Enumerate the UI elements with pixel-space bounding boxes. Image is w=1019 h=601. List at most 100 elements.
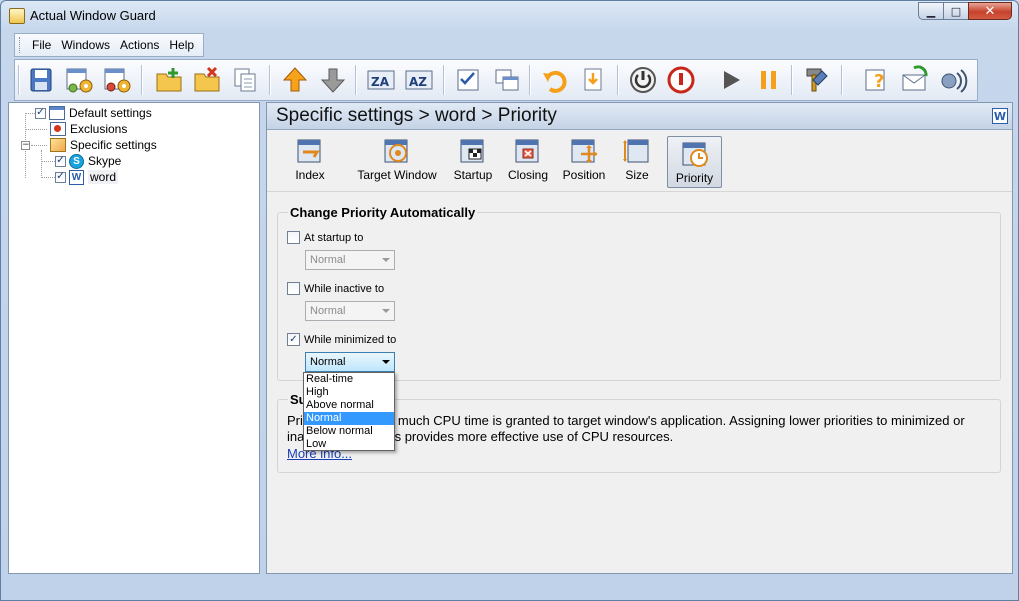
tree-item-label: word (88, 170, 119, 184)
play-icon[interactable] (715, 64, 747, 96)
settings-tree: ✓ Default settings Exclusions − Specific… (8, 102, 260, 574)
delete-folder-icon[interactable] (191, 64, 223, 96)
specific-settings-expander[interactable]: − (21, 141, 30, 150)
priority-option-above-normal[interactable]: Above normal (304, 399, 394, 412)
while-inactive-priority-select[interactable]: Normal (305, 301, 395, 321)
stop-icon[interactable] (665, 64, 697, 96)
toolbar-separator (269, 65, 270, 95)
close-button[interactable]: ✕ (968, 2, 1012, 20)
tree-line (41, 150, 42, 178)
word-checkbox[interactable]: ✓ (55, 171, 66, 183)
svg-text:ZA: ZA (371, 75, 390, 89)
sort-za-icon[interactable]: ZA (365, 64, 397, 96)
power-icon[interactable] (627, 64, 659, 96)
exclusions-icon (50, 122, 66, 136)
while-minimized-priority-select[interactable]: Normal (305, 352, 395, 372)
priority-option-realtime[interactable]: Real-time (304, 373, 394, 386)
skype-icon: S (69, 153, 84, 169)
save-icon[interactable] (25, 64, 57, 96)
while-inactive-row[interactable]: While inactive to (287, 282, 384, 295)
windows-icon[interactable] (491, 64, 523, 96)
while-minimized-checkbox[interactable]: ✓ (287, 333, 300, 346)
window-settings-icon[interactable] (63, 64, 95, 96)
toolbar-separator (443, 65, 444, 95)
word-icon: W (69, 169, 84, 185)
priority-option-high[interactable]: High (304, 386, 394, 399)
toolbar-separator (617, 65, 618, 95)
default-settings-checkbox[interactable]: ✓ (35, 107, 46, 119)
at-startup-row[interactable]: At startup to (287, 231, 363, 244)
chevron-down-icon (382, 258, 390, 262)
while-minimized-row[interactable]: ✓ While minimized to (287, 333, 396, 346)
window-title: Actual Window Guard (30, 8, 156, 23)
window-settings-user-icon[interactable] (101, 64, 133, 96)
move-up-icon[interactable] (279, 64, 311, 96)
group-title: Change Priority Automatically (288, 205, 478, 220)
pause-icon[interactable] (753, 64, 785, 96)
menu-help[interactable]: Help (164, 36, 199, 54)
undo-icon[interactable] (539, 64, 571, 96)
index-icon (297, 139, 321, 163)
maximize-button[interactable]: □ (943, 2, 969, 20)
title-bar[interactable]: Actual Window Guard ▁ □ ✕ (1, 1, 1018, 29)
tree-item-skype[interactable]: ✓ S Skype (55, 153, 121, 169)
settings-panel: Specific settings > word > Priority W In… (266, 102, 1013, 574)
help-icon[interactable]: ? (861, 64, 893, 96)
priority-option-normal[interactable]: Normal (304, 412, 394, 425)
while-inactive-label: While inactive to (304, 282, 385, 295)
menu-grip[interactable] (19, 37, 23, 53)
tab-index[interactable]: Index (285, 134, 335, 186)
add-folder-icon[interactable] (153, 64, 185, 96)
while-inactive-checkbox[interactable] (287, 282, 300, 295)
tools-icon[interactable] (801, 64, 833, 96)
specific-settings-icon (50, 138, 66, 152)
menu-windows[interactable]: Windows (56, 36, 115, 54)
word-app-icon: W (992, 108, 1008, 124)
toolbar-separator (355, 65, 356, 95)
tab-priority[interactable]: Priority (667, 136, 722, 188)
support-icon[interactable] (937, 64, 969, 96)
priority-option-low[interactable]: Low (304, 438, 394, 451)
sort-az-icon[interactable]: AZ (403, 64, 435, 96)
tab-closing[interactable]: Closing (505, 134, 551, 186)
tree-line (31, 145, 47, 146)
tab-position[interactable]: Position (561, 134, 607, 186)
move-down-icon[interactable] (317, 64, 349, 96)
tree-line (25, 129, 47, 130)
tree-item-label: Skype (88, 154, 122, 168)
menu-actions[interactable]: Actions (115, 36, 164, 54)
startup-icon (460, 139, 484, 163)
at-startup-checkbox[interactable] (287, 231, 300, 244)
tab-target-window[interactable]: Target Window (355, 134, 439, 186)
tree-item-label: Exclusions (70, 122, 128, 136)
position-icon (571, 139, 597, 163)
import-icon[interactable] (577, 64, 609, 96)
while-minimized-label: While minimized to (304, 333, 397, 346)
tabs-divider (267, 191, 1012, 192)
tree-item-specific-settings[interactable]: Specific settings (50, 137, 157, 153)
tab-startup[interactable]: Startup (451, 134, 495, 186)
check-list-icon[interactable] (453, 64, 485, 96)
skype-checkbox[interactable]: ✓ (55, 155, 66, 167)
panel-header: Specific settings > word > Priority W (267, 103, 1012, 130)
window-icon (49, 106, 65, 120)
tree-item-default-settings[interactable]: ✓ Default settings (35, 105, 152, 121)
size-icon (623, 139, 649, 163)
minimize-button[interactable]: ▁ (918, 2, 944, 20)
svg-text:?: ? (874, 71, 884, 92)
menu-file[interactable]: File (27, 36, 56, 54)
at-startup-priority-select[interactable]: Normal (305, 250, 395, 270)
at-startup-label: At startup to (304, 231, 364, 244)
status-bar (8, 577, 1013, 595)
copy-icon[interactable] (229, 64, 261, 96)
toolbar-separator (529, 65, 530, 95)
closing-icon (515, 139, 539, 163)
tree-item-word[interactable]: ✓ W word (55, 169, 119, 185)
tree-item-exclusions[interactable]: Exclusions (50, 121, 127, 137)
caption-buttons: ▁ □ ✕ (918, 2, 1012, 20)
priority-option-below-normal[interactable]: Below normal (304, 425, 394, 438)
menu-bar: File Windows Actions Help (14, 33, 205, 57)
email-icon[interactable] (899, 64, 931, 96)
tab-size[interactable]: Size (617, 134, 657, 186)
app-shield-icon[interactable] (9, 8, 25, 24)
